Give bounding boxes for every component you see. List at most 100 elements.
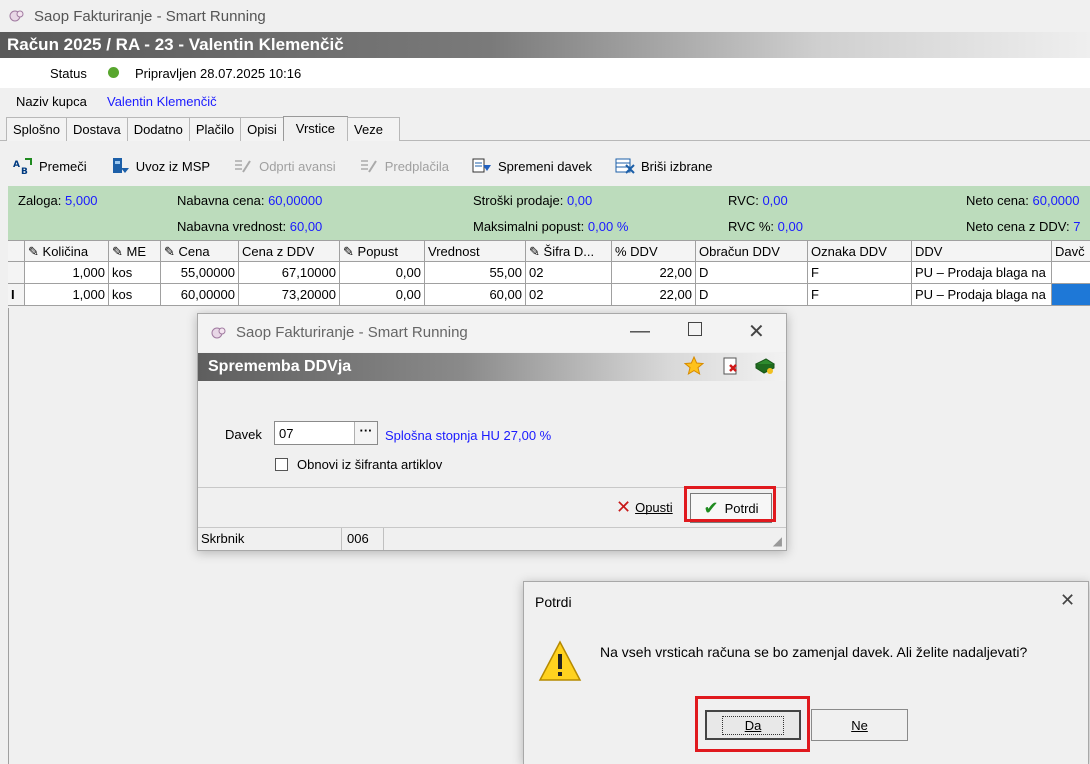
table-cell[interactable]: 1,000 (25, 284, 109, 306)
spremeni-davek-label: Spremeni davek (498, 158, 592, 174)
import-icon (109, 156, 131, 176)
table-cell[interactable]: PU – Prodaja blaga na (912, 284, 1052, 306)
column-header[interactable]: DDV (912, 240, 1052, 262)
uvoz-msp-button[interactable]: Uvoz iz MSP (109, 156, 210, 176)
ne-button[interactable]: Ne (811, 709, 908, 741)
tab-dostava[interactable]: Dostava (65, 117, 128, 141)
table-cell[interactable]: 1,000 (25, 262, 109, 284)
column-header[interactable]: ✎ Šifra D... (526, 240, 612, 262)
spremeni-davek-button[interactable]: Spremeni davek (471, 156, 592, 176)
column-header[interactable]: Oznaka DDV (808, 240, 912, 262)
tab-placilo[interactable]: Plačilo (188, 117, 242, 141)
column-header[interactable]: Obračun DDV (696, 240, 808, 262)
table-cell[interactable]: F (808, 262, 912, 284)
highlight-da (695, 696, 810, 752)
table-cell[interactable]: 60,00000 (161, 284, 239, 306)
maximize-icon[interactable] (688, 322, 702, 336)
pencil-icon: ✎ (112, 244, 123, 259)
table-row[interactable]: I 1,000 kos 60,00000 73,20000 0,00 60,00… (8, 284, 1090, 306)
obnovi-checkbox[interactable] (275, 458, 288, 471)
tab-vrstice[interactable]: Vrstice (282, 116, 349, 141)
neto-cena-ddv-value: 7 (1073, 219, 1081, 234)
nabavna-vrednost-info: Nabavna vrednost: 60,00 (177, 219, 322, 234)
dialog-titlebar: Saop Fakturiranje - Smart Running — ✕ (198, 314, 786, 352)
premeci-label: Premeči (39, 158, 87, 174)
lookup-button[interactable]: ··· (354, 422, 377, 444)
table-cell[interactable]: 02 (526, 262, 612, 284)
table-cell[interactable]: 02 (526, 284, 612, 306)
nabavna-cena-label: Nabavna cena: (177, 193, 265, 208)
zaloga-info: Zaloga: 5,000 (18, 193, 98, 208)
neto-cena-info: Neto cena: 60,0000 (966, 193, 1080, 208)
premeci-button[interactable]: AB Premeči (12, 156, 87, 176)
delete-rows-icon (614, 156, 636, 176)
tab-opisi[interactable]: Opisi (240, 117, 284, 141)
help-book-icon[interactable] (754, 356, 776, 379)
column-header[interactable]: ✎ Količina (25, 240, 109, 262)
tab-dodatno[interactable]: Dodatno (126, 117, 190, 141)
opusti-label: Opusti (635, 500, 673, 515)
column-header[interactable]: % DDV (612, 240, 696, 262)
app-titlebar: Saop Fakturiranje - Smart Running (0, 0, 1090, 32)
nabavna-vrednost-value: 60,00 (289, 219, 323, 234)
brisi-izbrane-button[interactable]: Briši izbrane (614, 156, 713, 176)
status-code: 006 (344, 528, 384, 550)
app-logo-icon (210, 324, 228, 345)
favorite-star-icon[interactable] (683, 355, 705, 379)
table-cell[interactable]: 22,00 (612, 284, 696, 306)
column-header[interactable]: Davč (1052, 240, 1090, 262)
close-document-icon[interactable] (721, 356, 741, 379)
odprti-avansi-button[interactable]: Odprti avansi (232, 156, 336, 176)
table-cell[interactable] (1052, 262, 1090, 284)
rvc-info: RVC: 0,00 (728, 193, 788, 208)
column-header[interactable]: Vrednost (425, 240, 526, 262)
table-cell[interactable]: F (808, 284, 912, 306)
dialog-title: Saop Fakturiranje - Smart Running (236, 324, 468, 341)
column-header[interactable]: ✎ Popust (340, 240, 425, 262)
opusti-button[interactable]: ✕ Opusti (616, 497, 673, 518)
table-cell[interactable]: 55,00 (425, 262, 526, 284)
table-cell[interactable]: kos (109, 284, 161, 306)
column-header[interactable]: ✎ ME (109, 240, 161, 262)
table-cell[interactable]: 0,00 (340, 284, 425, 306)
row-indicator[interactable]: I (8, 284, 25, 306)
table-cell[interactable]: kos (109, 262, 161, 284)
table-cell[interactable]: 73,20000 (239, 284, 340, 306)
predplacila-button[interactable]: Predplačila (358, 156, 449, 176)
table-cell[interactable]: D (696, 262, 808, 284)
table-cell[interactable]: 0,00 (340, 262, 425, 284)
tab-veze[interactable]: Veze (347, 117, 400, 141)
customer-name-link[interactable]: Valentin Klemenčič (107, 94, 217, 109)
cancel-x-icon: ✕ (616, 497, 632, 517)
table-row[interactable]: 1,000 kos 55,00000 67,10000 0,00 55,00 0… (8, 262, 1090, 284)
pencil-icon: ✎ (343, 244, 354, 259)
close-icon[interactable]: ✕ (1060, 590, 1075, 611)
column-header[interactable]: Cena z DDV (239, 240, 340, 262)
svg-text:B: B (21, 167, 28, 176)
rvc-pct-label: RVC %: (728, 219, 774, 234)
table-cell[interactable]: 55,00000 (161, 262, 239, 284)
table-cell-selected[interactable] (1052, 284, 1090, 306)
zaloga-label: Zaloga: (18, 193, 62, 208)
close-icon[interactable]: ✕ (748, 319, 765, 344)
status-dot-icon (108, 67, 119, 78)
dialog-statusbar: Skrbnik 006 ◢ (198, 527, 786, 550)
davek-label: Davek (225, 427, 262, 442)
table-cell[interactable]: PU – Prodaja blaga na (912, 262, 1052, 284)
table-cell[interactable]: 67,10000 (239, 262, 340, 284)
row-indicator[interactable] (8, 262, 25, 284)
neto-cena-ddv-info: Neto cena z DDV: 7 (966, 219, 1080, 234)
minimize-icon[interactable]: — (630, 320, 650, 343)
svg-text:A: A (13, 160, 20, 170)
tab-splosno[interactable]: Splošno (6, 117, 67, 141)
resize-grip-icon[interactable]: ◢ (773, 534, 782, 548)
table-cell[interactable]: D (696, 284, 808, 306)
davek-field[interactable]: 07 ··· (274, 421, 378, 445)
highlight-potrdi (684, 486, 776, 522)
column-header[interactable]: ✎ Cena (161, 240, 239, 262)
column-header-label: Šifra D... (543, 244, 595, 259)
table-cell[interactable]: 22,00 (612, 262, 696, 284)
table-cell[interactable]: 60,00 (425, 284, 526, 306)
neto-cena-ddv-label: Neto cena z DDV: (966, 219, 1070, 234)
predplacila-label: Predplačila (384, 158, 450, 174)
